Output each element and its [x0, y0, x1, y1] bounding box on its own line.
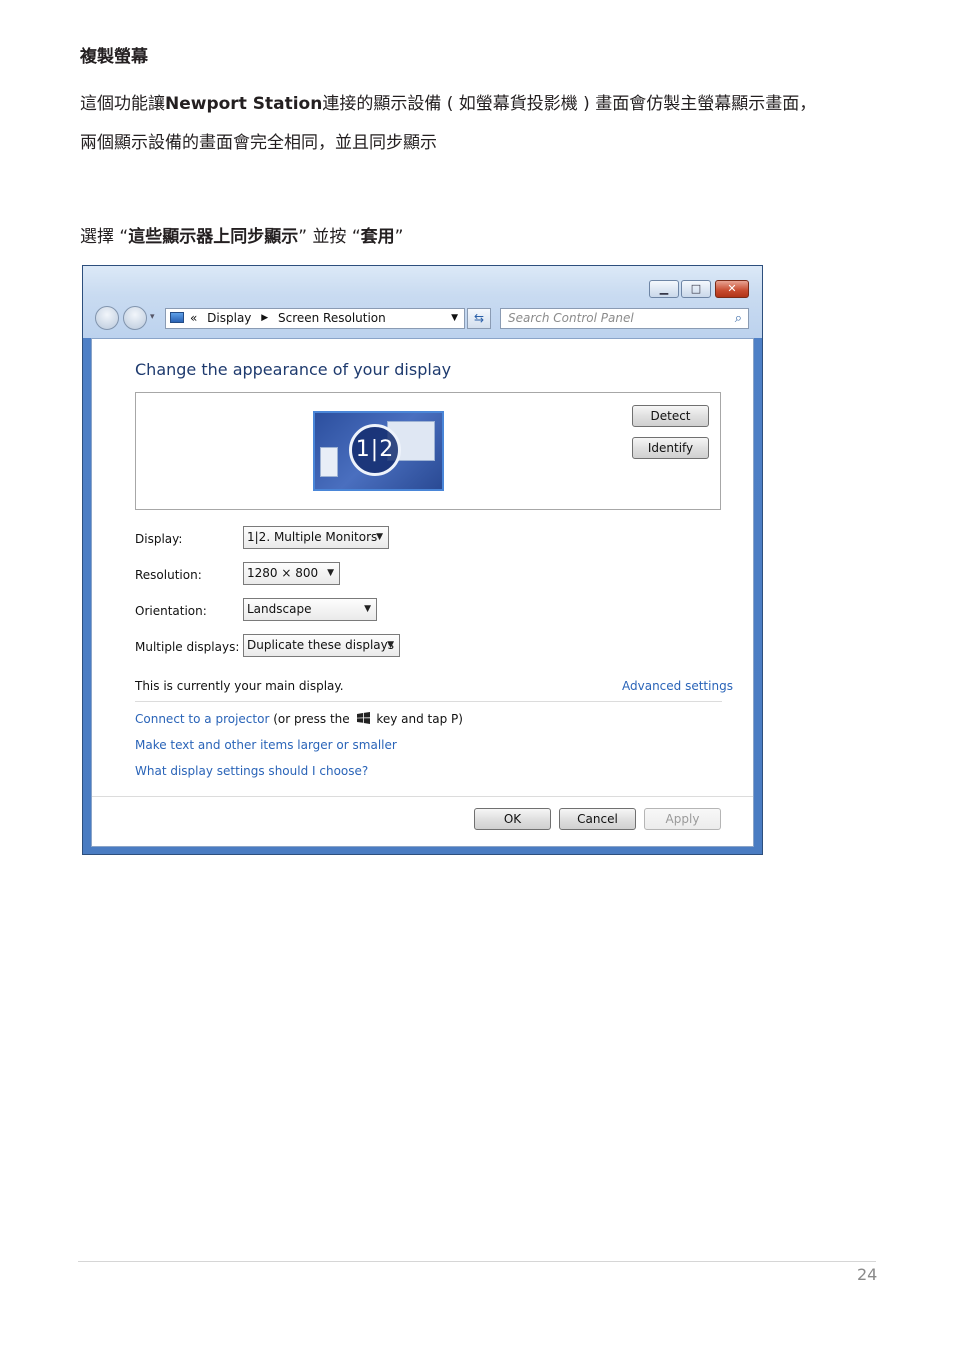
screen-resolution-window: ▁ □ ✕ ▾ « Display ▶ Screen Resolution ▼ …: [82, 265, 763, 855]
breadcrumb-arrow-icon[interactable]: ▶: [261, 313, 268, 323]
instruction-mid: ” 並按 “: [298, 227, 361, 247]
projector-row: Connect to a projector (or press the key…: [135, 712, 463, 726]
description-line-2: 兩個顯示設備的畫面會完全相同，並且同步顯示: [80, 133, 437, 153]
instruction-apply: 套用: [360, 227, 395, 247]
section-heading: 複製螢幕: [80, 47, 148, 67]
connect-projector-link[interactable]: Connect to a projector: [135, 712, 269, 726]
chevron-down-icon: ▼: [376, 532, 383, 542]
product-name: Newport Station: [165, 94, 323, 114]
description-post: 連接的顯示設備 ( 如螢幕貨投影機 ) 畫面會仿製主螢幕顯示畫面，: [322, 94, 817, 114]
page-number: 24: [857, 1265, 878, 1284]
divider: [135, 701, 722, 702]
apply-button[interactable]: Apply: [644, 808, 721, 830]
resolution-select[interactable]: 1280 × 800 ▼: [243, 562, 340, 585]
description-line-1: 這個功能讓Newport Station連接的顯示設備 ( 如螢幕貨投影機 ) …: [80, 89, 816, 114]
instruction-option: 這些顯示器上同步顯示: [128, 227, 299, 247]
orientation-value: Landscape: [247, 602, 312, 616]
close-button[interactable]: ✕: [715, 280, 749, 298]
instruction-line: 選擇 “這些顯示器上同步顯示” 並按 “套用”: [80, 222, 403, 247]
search-input[interactable]: Search Control Panel ⌕: [500, 308, 749, 329]
display-select[interactable]: 1|2. Multiple Monitors ▼: [243, 526, 389, 549]
main-display-status: This is currently your main display.: [135, 679, 344, 693]
footer-rule: [78, 1261, 876, 1262]
multiple-displays-value: Duplicate these displays: [247, 638, 394, 652]
windows-key-icon: [356, 712, 370, 724]
resolution-value: 1280 × 800: [247, 566, 319, 580]
refresh-icon[interactable]: ⇆: [467, 308, 491, 329]
projector-hint-post: key and tap P): [376, 712, 463, 726]
orientation-select[interactable]: Landscape ▼: [243, 598, 377, 621]
monitor-number-badge: 1|2: [349, 424, 401, 476]
which-settings-link[interactable]: What display settings should I choose?: [135, 764, 368, 778]
pane-title: Change the appearance of your display: [135, 360, 452, 379]
maximize-button[interactable]: □: [681, 280, 711, 298]
instruction-pre: 選擇 “: [80, 227, 129, 247]
resolution-label: Resolution:: [135, 568, 202, 582]
multiple-displays-select[interactable]: Duplicate these displays ▼: [243, 634, 400, 657]
search-placeholder: Search Control Panel: [508, 311, 634, 325]
footer-divider: [92, 796, 753, 797]
search-icon[interactable]: ⌕: [735, 309, 742, 328]
recent-pages-chevron-icon[interactable]: ▾: [150, 312, 155, 322]
title-bar: ▁ □ ✕ ▾ « Display ▶ Screen Resolution ▼ …: [83, 266, 762, 338]
chevron-down-icon: ▼: [364, 604, 371, 614]
small-window-icon: [320, 447, 338, 477]
breadcrumb-separator: «: [190, 311, 198, 325]
control-panel-icon: [170, 312, 184, 323]
content-pane: Change the appearance of your display 1|…: [91, 338, 754, 847]
address-bar[interactable]: « Display ▶ Screen Resolution ▼: [165, 308, 465, 329]
advanced-settings-link[interactable]: Advanced settings: [622, 679, 733, 693]
display-label: Display:: [135, 532, 183, 546]
breadcrumb-display[interactable]: Display: [207, 311, 251, 325]
display-value: 1|2. Multiple Monitors: [247, 530, 378, 544]
projector-hint-pre: (or press the: [273, 712, 350, 726]
chevron-down-icon: ▼: [327, 568, 334, 578]
back-icon[interactable]: [95, 306, 119, 330]
chevron-down-icon: ▼: [387, 640, 394, 650]
monitor-duplicate-thumbnail[interactable]: 1|2: [313, 411, 444, 491]
ok-button[interactable]: OK: [474, 808, 551, 830]
instruction-post: ”: [394, 227, 404, 247]
breadcrumb-screen-resolution[interactable]: Screen Resolution: [278, 311, 386, 325]
minimize-button[interactable]: ▁: [649, 280, 679, 298]
text-size-link[interactable]: Make text and other items larger or smal…: [135, 738, 397, 752]
cancel-button[interactable]: Cancel: [559, 808, 636, 830]
detect-button[interactable]: Detect: [632, 405, 709, 427]
orientation-label: Orientation:: [135, 604, 207, 618]
monitor-arrangement-area: 1|2 Detect Identify: [135, 392, 721, 510]
identify-button[interactable]: Identify: [632, 437, 709, 459]
address-dropdown-icon[interactable]: ▼: [451, 309, 458, 328]
multiple-displays-label: Multiple displays:: [135, 640, 240, 654]
forward-icon[interactable]: [123, 306, 147, 330]
description-pre: 這個功能讓: [80, 94, 165, 114]
